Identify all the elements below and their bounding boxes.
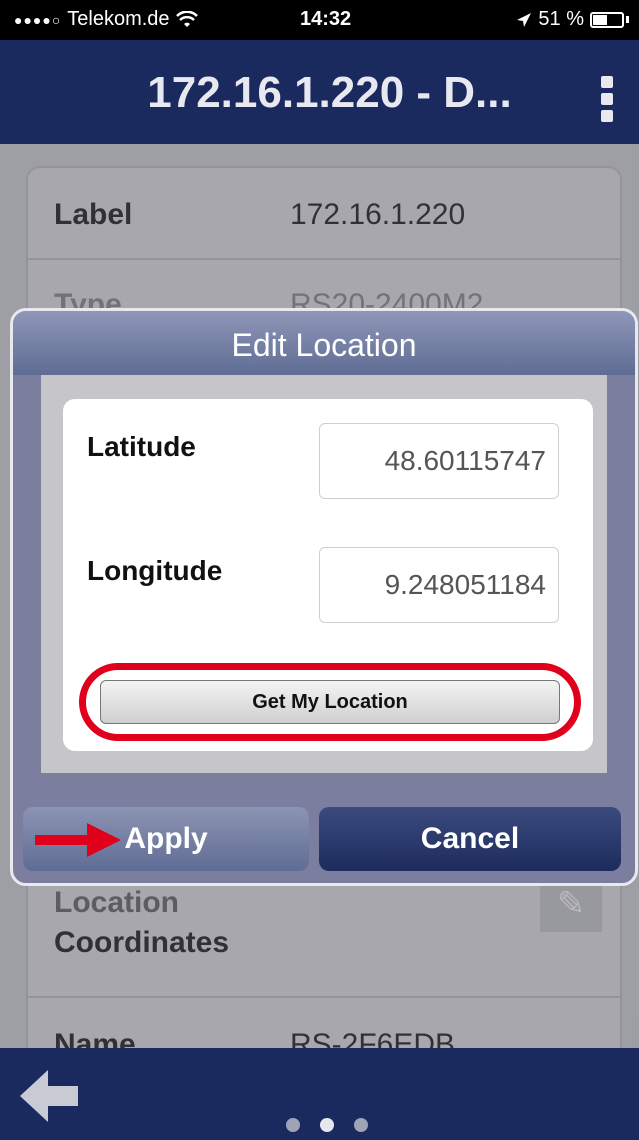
signal-strength-icon: ●●●●○: [14, 11, 62, 28]
dialog-content: Latitude Longitude Get My Location: [41, 375, 607, 773]
battery-tip: [626, 16, 629, 23]
page-dot-active: [320, 1118, 334, 1132]
wifi-icon: [175, 10, 198, 27]
latitude-input[interactable]: [319, 423, 559, 499]
page-title: 172.16.1.220 - D...: [147, 68, 512, 117]
bottom-bar: [0, 1048, 639, 1140]
status-bar: ●●●●○ Telekom.de 14:32 51 %: [0, 0, 639, 40]
page-dot: [354, 1118, 368, 1132]
get-my-location-button[interactable]: Get My Location: [100, 680, 560, 724]
status-right: 51 %: [516, 8, 629, 31]
battery-icon: [590, 11, 624, 28]
clock: 14:32: [300, 8, 352, 30]
location-arrow-icon: [517, 12, 532, 27]
latitude-label: Latitude: [87, 431, 196, 462]
page-indicator: [286, 1118, 368, 1132]
app-header: 172.16.1.220 - D...: [0, 40, 639, 144]
cancel-button[interactable]: Cancel: [319, 807, 621, 871]
dialog-titlebar: Edit Location: [13, 311, 635, 375]
page-dot: [286, 1118, 300, 1132]
highlight-ring: Get My Location: [79, 663, 581, 741]
red-arrow-icon: [35, 823, 121, 857]
back-arrow-icon[interactable]: [18, 1068, 82, 1124]
edit-location-dialog: Edit Location Latitude Longitude Get My …: [10, 308, 638, 886]
longitude-label: Longitude: [87, 555, 223, 586]
dialog-title: Edit Location: [231, 327, 417, 363]
menu-icon[interactable]: [601, 76, 615, 124]
carrier-name: Telekom.de: [67, 8, 170, 30]
battery-fill: [593, 14, 607, 25]
longitude-input[interactable]: [319, 547, 559, 623]
battery-percentage: 51 %: [538, 8, 584, 30]
location-form: Latitude Longitude Get My Location: [63, 399, 593, 751]
status-left: ●●●●○ Telekom.de: [14, 8, 198, 31]
